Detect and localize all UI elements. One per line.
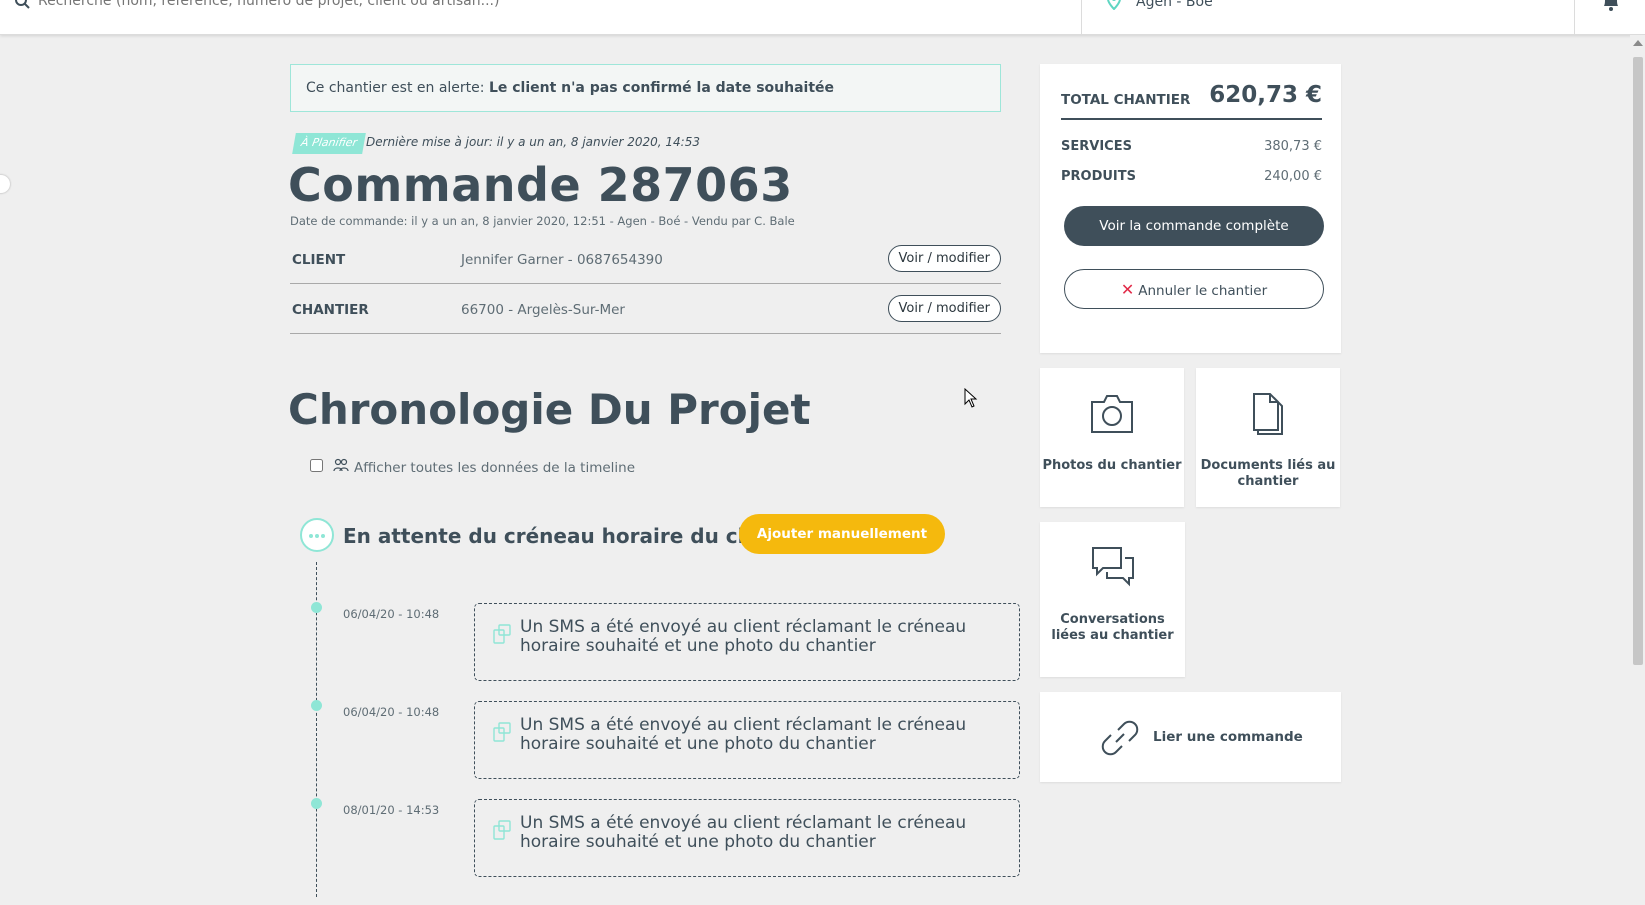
timeline-event-text: Un SMS a été envoyé au client réclamant … — [520, 617, 967, 656]
timeline-event-date: 06/04/20 - 10:48 — [343, 705, 440, 719]
sms-icon — [493, 624, 511, 644]
timeline-event-text: Un SMS a été envoyé au client réclamant … — [520, 813, 967, 852]
photos-tile-label: Photos du chantier — [1042, 458, 1182, 473]
add-manually-button[interactable]: Ajouter manuellement — [739, 514, 945, 554]
link-order-label: Lier une commande — [1153, 729, 1303, 745]
site-row: CHANTIER 66700 - Argelès-Sur-Mer Voir / … — [290, 284, 1001, 334]
map-pin-icon — [1107, 0, 1121, 10]
show-all-timeline-label[interactable]: Afficher toutes les données de la timeli… — [354, 460, 635, 476]
photos-tile[interactable]: Photos du chantier — [1040, 368, 1184, 507]
scrollbar[interactable] — [1630, 35, 1645, 905]
site-value: 66700 - Argelès-Sur-Mer — [461, 302, 625, 318]
bell-icon[interactable] — [1600, 0, 1622, 12]
show-all-timeline-checkbox[interactable] — [310, 459, 323, 472]
timeline-event-dot — [311, 798, 322, 809]
top-bar: Agen - Boé — [0, 0, 1645, 35]
client-row: CLIENT Jennifer Garner - 0687654390 Voir… — [290, 234, 1001, 284]
divider — [1061, 118, 1322, 120]
total-value: 620,73 € — [1209, 82, 1322, 108]
chevron-down-icon — [1554, 0, 1556, 1]
search-icon — [15, 0, 30, 9]
timeline-event-card: Un SMS a été envoyé au client réclamant … — [474, 701, 1020, 779]
documents-tile-label: Documents liés au chantier — [1200, 458, 1336, 489]
agency-label: Agen - Boé — [1136, 0, 1213, 10]
sms-icon — [493, 722, 511, 742]
timeline-event-card: Un SMS a été envoyé au client réclamant … — [474, 799, 1020, 877]
camera-icon — [1091, 395, 1133, 433]
services-value: 380,73 € — [1264, 139, 1322, 154]
sms-icon — [493, 820, 511, 840]
timeline-event-dot — [311, 700, 322, 711]
pending-step-icon — [300, 518, 334, 552]
products-label: PRODUITS — [1061, 169, 1137, 184]
alert-message: Le client n'a pas confirmé la date souha… — [488, 80, 835, 96]
link-icon — [1101, 720, 1139, 756]
site-edit-button[interactable]: Voir / modifier — [887, 295, 1001, 322]
timeline-event-card: Un SMS a été envoyé au client réclamant … — [474, 603, 1020, 681]
cancel-site-label: Annuler le chantier — [1138, 282, 1268, 299]
services-label: SERVICES — [1061, 139, 1132, 154]
conversations-tile-label: Conversations liées au chantier — [1051, 612, 1174, 643]
timeline-event-text: Un SMS a été envoyé au client réclamant … — [520, 715, 967, 754]
sidebar-toggle-button[interactable] — [0, 175, 10, 193]
client-label: CLIENT — [292, 252, 346, 268]
products-value: 240,00 € — [1264, 169, 1322, 184]
scroll-up-arrow-icon[interactable] — [1633, 40, 1643, 46]
client-value: Jennifer Garner - 0687654390 — [461, 252, 663, 268]
conversations-tile[interactable]: Conversations liées au chantier — [1040, 522, 1185, 677]
site-label: CHANTIER — [292, 302, 369, 318]
chat-bubbles-icon — [1091, 547, 1134, 587]
mouse-cursor-icon — [964, 388, 978, 408]
documents-icon — [1253, 393, 1283, 435]
alert-prefix: Ce chantier est en alerte: — [306, 80, 489, 96]
order-summary-card: TOTAL CHANTIER 620,73 € SERVICES 380,73 … — [1040, 64, 1341, 353]
timeline-event-date: 06/04/20 - 10:48 — [343, 607, 440, 621]
view-full-order-button[interactable]: Voir la commande complète — [1064, 206, 1324, 246]
cancel-site-button[interactable]: ✕ Annuler le chantier — [1064, 269, 1324, 309]
page-title: Commande 287063 — [288, 158, 793, 212]
status-badge: À Planifier — [292, 133, 366, 154]
agency-select[interactable]: Agen - Boé — [1081, 0, 1575, 35]
timeline-event-date: 08/01/20 - 14:53 — [343, 803, 440, 817]
search-input[interactable] — [38, 0, 1068, 12]
close-icon: ✕ — [1120, 279, 1135, 299]
timeline-event-dot — [311, 602, 322, 613]
scroll-thumb[interactable] — [1633, 57, 1643, 665]
client-edit-button[interactable]: Voir / modifier — [887, 245, 1001, 272]
timeline-step-title: En attente du créneau horaire du client — [343, 524, 789, 548]
alert-banner: Ce chantier est en alerte: Le client n'a… — [290, 64, 1001, 112]
timeline-title: Chronologie Du Projet — [288, 385, 811, 434]
documents-tile[interactable]: Documents liés au chantier — [1196, 368, 1340, 507]
total-label: TOTAL CHANTIER — [1061, 92, 1191, 108]
link-order-tile[interactable]: Lier une commande — [1040, 692, 1341, 782]
last-update-text: Dernière mise à jour: il y a un an, 8 ja… — [366, 135, 700, 149]
order-meta: Date de commande: il y a un an, 8 janvie… — [290, 214, 795, 228]
people-icon — [333, 458, 349, 472]
